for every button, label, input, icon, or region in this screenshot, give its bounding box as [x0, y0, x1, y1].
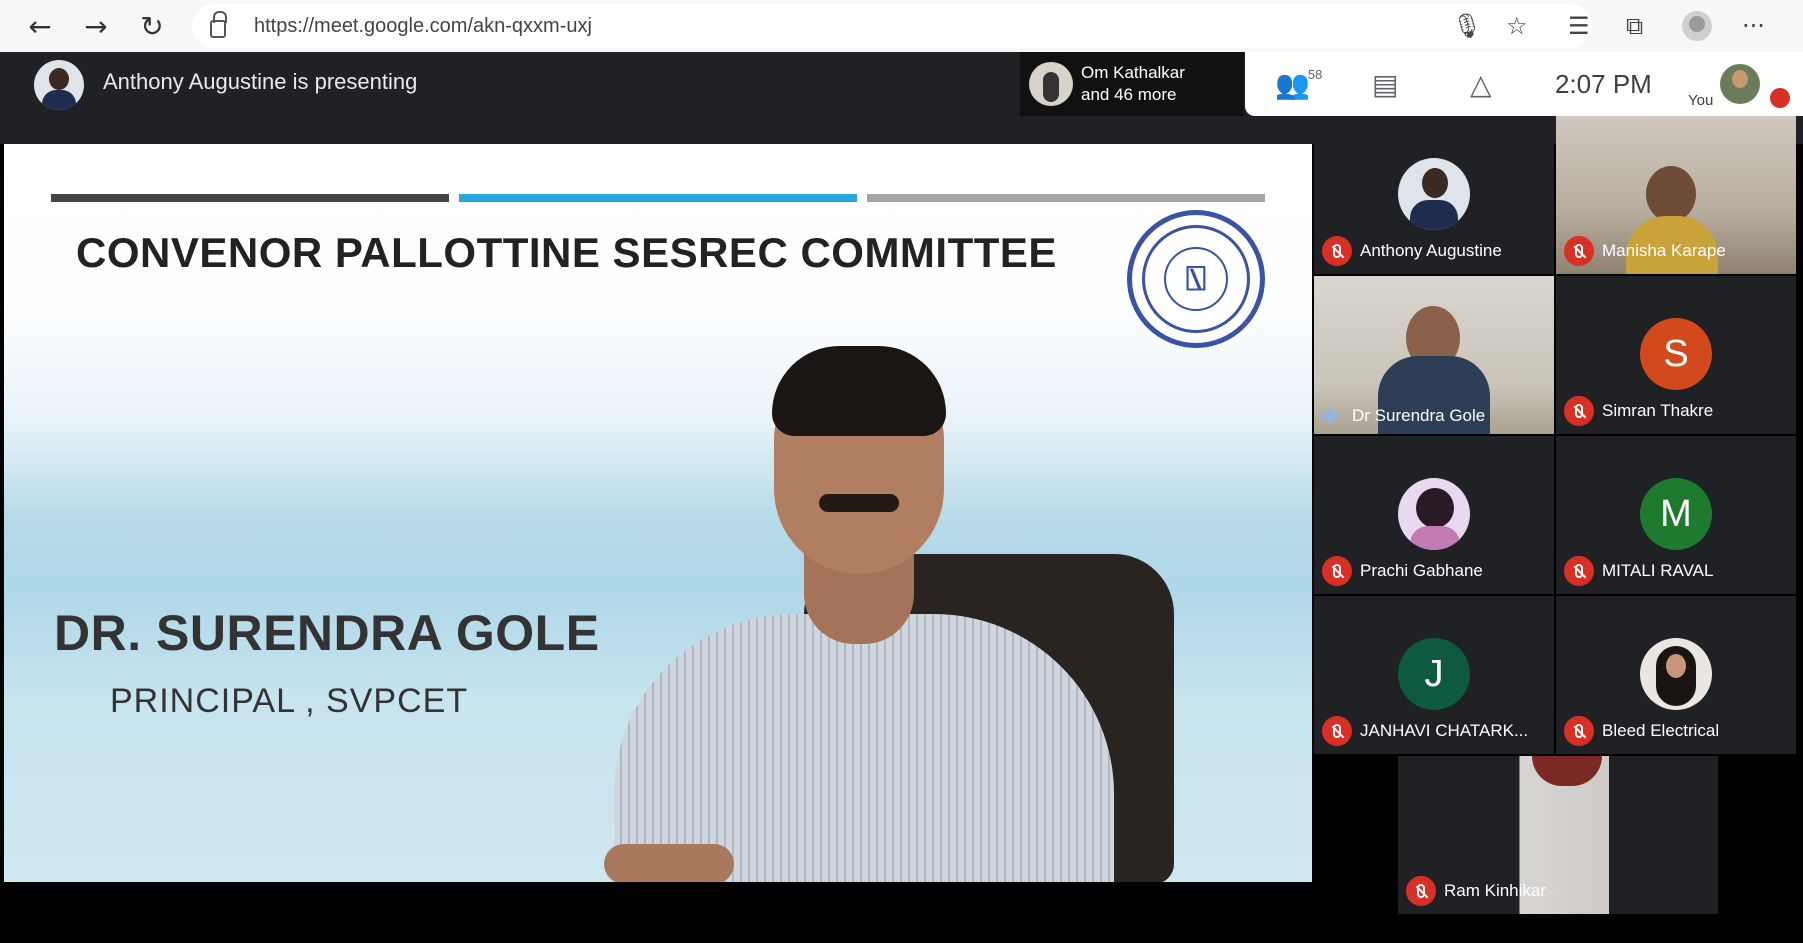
participant-name: Manisha Karape — [1602, 241, 1726, 260]
participant-tile[interactable]: Manisha Karape — [1556, 116, 1796, 274]
college-logo: ⍂ — [1127, 210, 1265, 348]
profile-button[interactable] — [1682, 0, 1712, 52]
reload-button[interactable]: ↻ — [124, 0, 180, 52]
participant-avatar — [1398, 478, 1470, 550]
participant-name: Ram Kinhikar — [1444, 881, 1547, 900]
participant-tile[interactable]: Prachi Gabhane — [1314, 436, 1554, 594]
presenter-avatar — [34, 60, 84, 110]
participants-grid: Anthony Augustine Manisha Karape Dr Sure… — [1312, 116, 1803, 916]
participant-avatar — [1640, 638, 1712, 710]
you-label: You — [1688, 92, 1714, 109]
participant-name: Dr Surendra Gole — [1352, 406, 1486, 425]
participant-avatar — [1398, 158, 1470, 230]
participant-name: Simran Thakre — [1602, 401, 1714, 420]
back-button[interactable]: ← — [12, 0, 68, 52]
participant-tile[interactable]: J JANHAVI CHATARK... — [1314, 596, 1554, 754]
chat-button[interactable]: ▤ — [1372, 52, 1398, 116]
participant-name: MITALI RAVAL — [1602, 561, 1714, 580]
slide-accent-bar — [459, 194, 857, 202]
mic-off-icon — [1406, 876, 1436, 906]
other-participants-chip[interactable]: Om Kathalkar and 46 more — [1020, 52, 1244, 116]
self-avatar[interactable] — [1720, 64, 1760, 104]
participant-name: JANHAVI CHATARK... — [1360, 721, 1529, 740]
mic-off-icon — [1564, 556, 1594, 586]
mic-off-icon — [1322, 556, 1352, 586]
slide-accent-bar — [867, 194, 1265, 202]
logo-emblem-icon: ⍂ — [1164, 247, 1228, 311]
address-bar[interactable]: https://meet.google.com/akn-qxxm-uxj — [192, 4, 1592, 48]
people-icon: 👥 — [1275, 67, 1310, 101]
participant-avatar: M — [1640, 478, 1712, 550]
chat-icon: ▤ — [1372, 67, 1399, 101]
forward-button[interactable]: → — [68, 0, 124, 52]
speaker-name: DR. SURENDRA GOLE — [54, 605, 600, 661]
activities-icon: △ — [1470, 67, 1492, 101]
participant-avatar: J — [1398, 638, 1470, 710]
meeting-clock: 2:07 PM — [1555, 68, 1652, 99]
mic-off-icon — [1322, 716, 1352, 746]
speaker-role: PRINCIPAL , SVPCET — [110, 682, 469, 720]
participant-name: Anthony Augustine — [1360, 241, 1502, 260]
presented-slide: CONVENOR PALLOTTINE SESREC COMMITTEE ⍂ D… — [4, 144, 1312, 882]
mic-off-icon — [1564, 716, 1594, 746]
participant-tile[interactable]: Dr Surendra Gole — [1314, 276, 1554, 434]
participant-tile[interactable]: Ram Kinhikar — [1398, 756, 1718, 914]
profile-icon — [1682, 11, 1712, 41]
self-mic-off-icon — [1770, 88, 1790, 108]
participant-avatar: S — [1640, 318, 1712, 390]
participant-name: Bleed Electrical — [1602, 721, 1720, 740]
speaker-photo — [584, 344, 1184, 882]
people-count-badge: 58 — [1307, 66, 1323, 82]
people-button[interactable]: 👥 58 — [1275, 52, 1324, 116]
url-text: https://meet.google.com/akn-qxxm-uxj — [254, 14, 592, 37]
collections-icon[interactable]: ⧉ — [1626, 0, 1643, 52]
lock-icon[interactable] — [210, 11, 227, 38]
mic-off-icon — [1564, 396, 1594, 426]
slide-title: CONVENOR PALLOTTINE SESREC COMMITTEE — [76, 229, 1057, 276]
participant-tile[interactable]: S Simran Thakre — [1556, 276, 1796, 434]
favorite-star-icon[interactable]: ☆ — [1506, 0, 1528, 52]
more-menu-button[interactable]: ··· — [1742, 0, 1765, 52]
participant-tile[interactable]: Anthony Augustine — [1314, 116, 1554, 274]
others-count: and 46 more — [1081, 85, 1177, 104]
mic-off-icon — [1322, 236, 1352, 266]
presenting-status: Anthony Augustine is presenting — [103, 69, 418, 94]
slide-accent-bar — [51, 194, 449, 202]
activities-button[interactable]: △ — [1470, 52, 1492, 116]
favorites-icon[interactable]: ☰ — [1568, 0, 1590, 52]
others-name: Om Kathalkar — [1081, 63, 1185, 82]
participant-tile[interactable]: Bleed Electrical — [1556, 596, 1796, 754]
microphone-icon[interactable]: 🎙 — [1452, 0, 1482, 52]
participant-name: Prachi Gabhane — [1360, 561, 1483, 580]
browser-toolbar: ← → ↻ https://meet.google.com/akn-qxxm-u… — [0, 0, 1803, 52]
speaking-indicator-icon — [1322, 406, 1344, 426]
participant-tile[interactable]: M MITALI RAVAL — [1556, 436, 1796, 594]
participant-avatar — [1029, 62, 1073, 106]
mic-off-icon — [1564, 236, 1594, 266]
